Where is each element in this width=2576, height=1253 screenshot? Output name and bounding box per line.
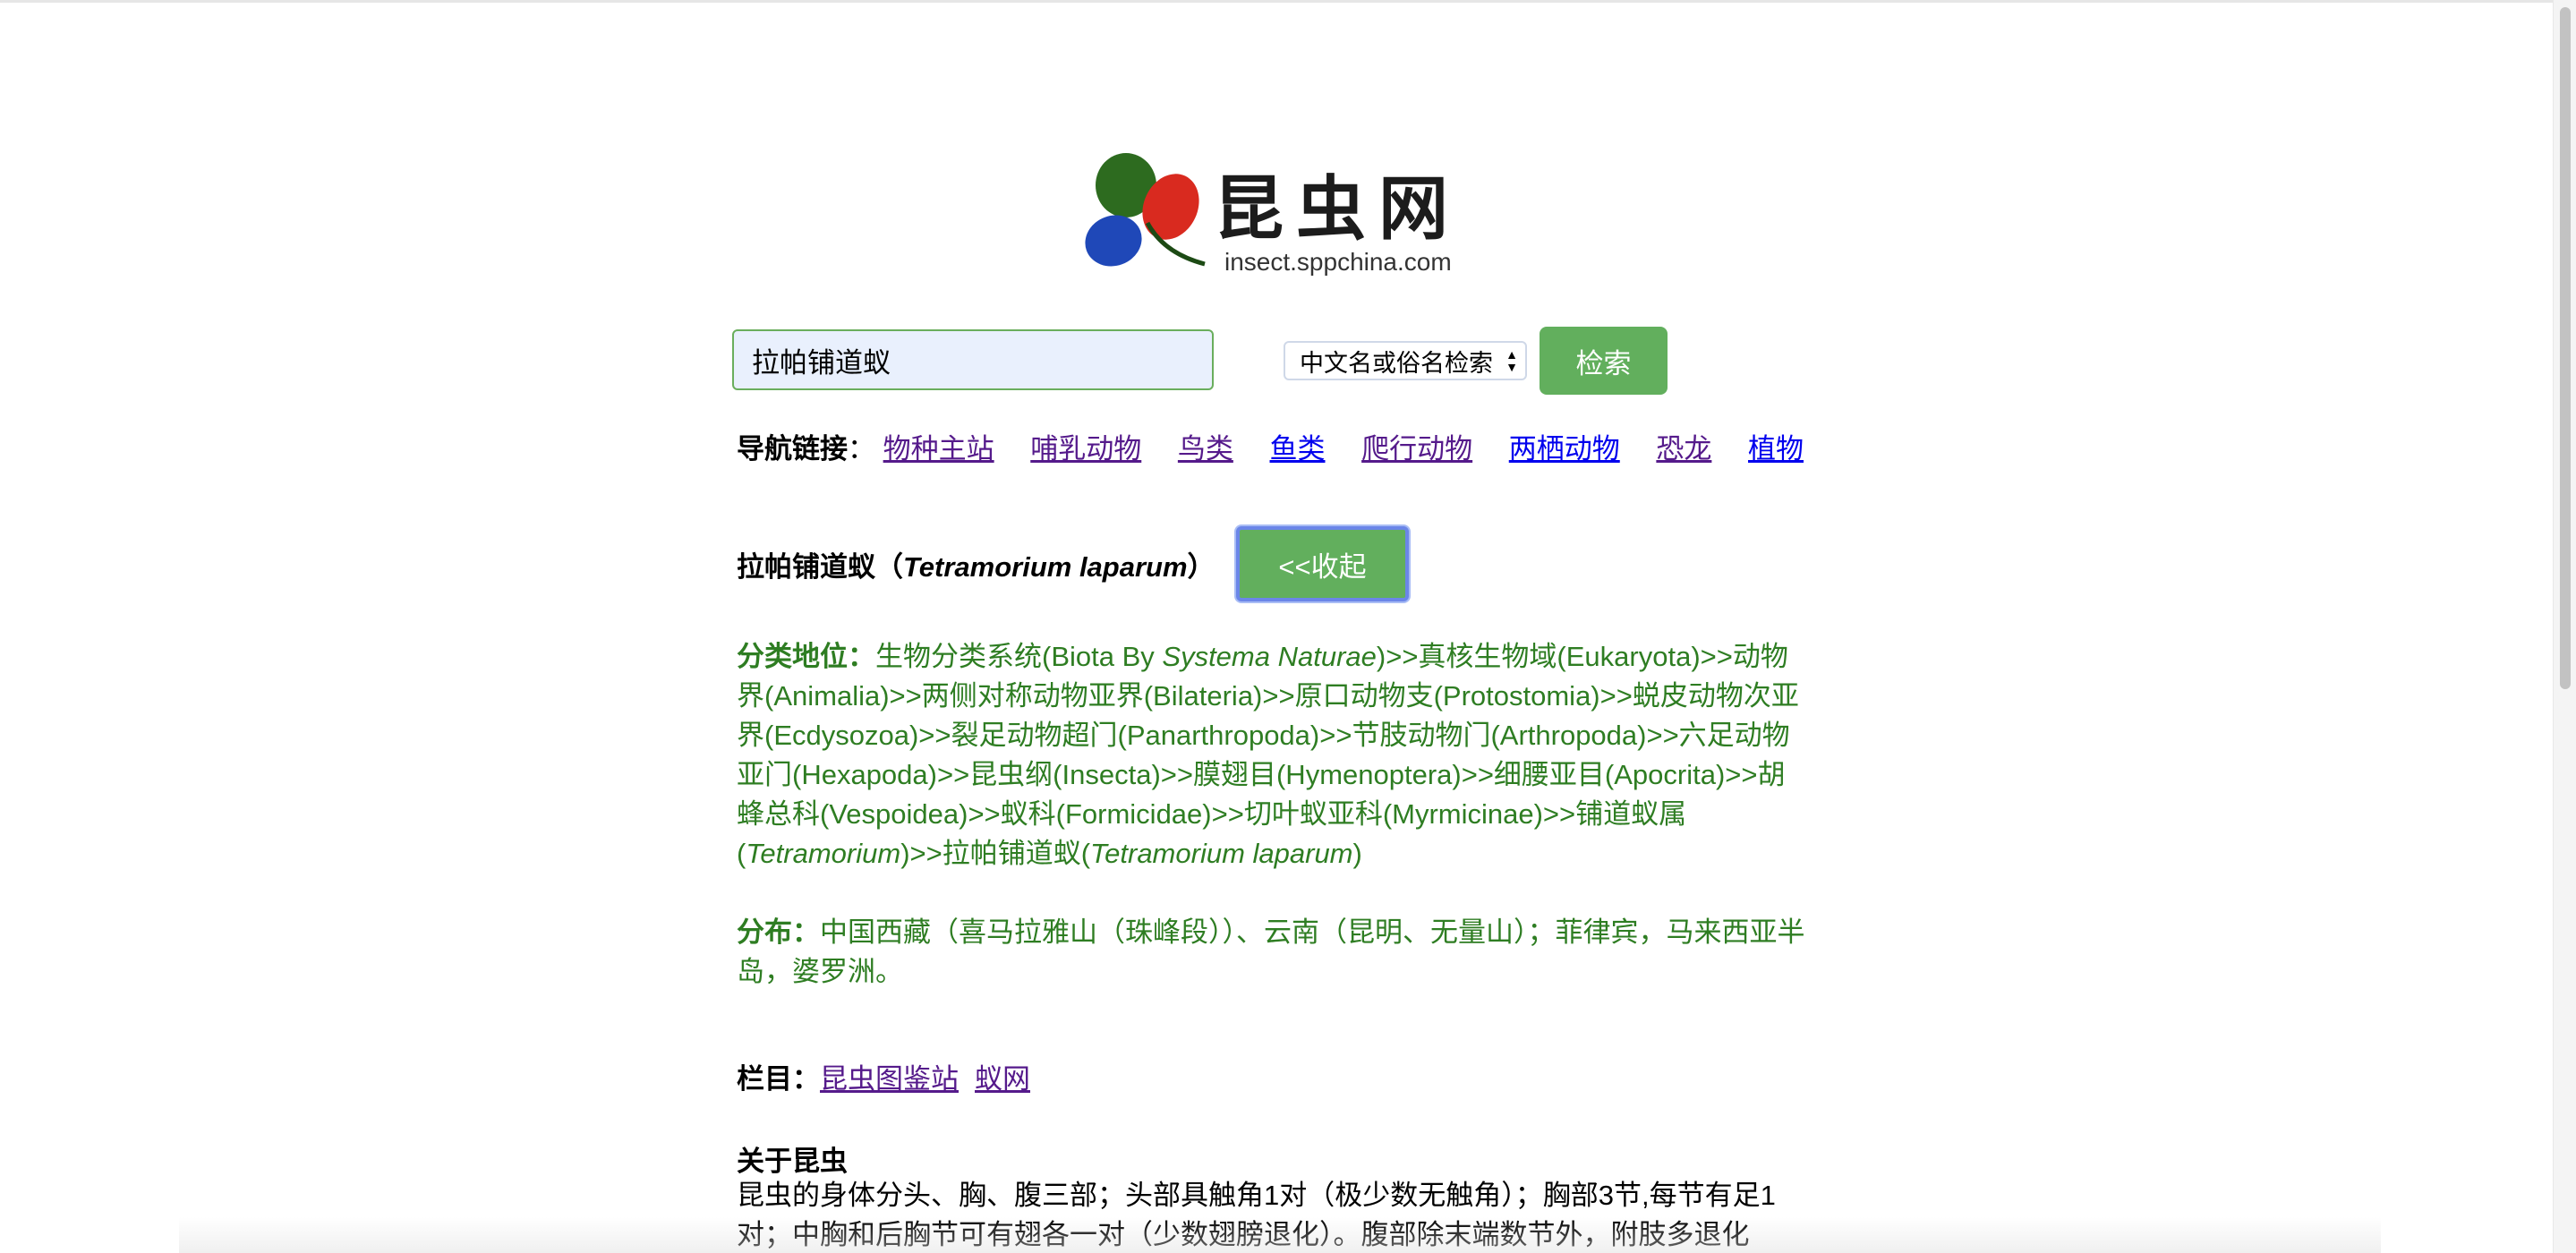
species-name-cn: 拉帕铺道蚁 (737, 551, 875, 583)
search-mode-selected: 中文名或俗名检索 (1300, 349, 1493, 377)
nav-label: 导航链接 (737, 433, 848, 465)
logo-title: 昆虫网 (1214, 168, 1462, 250)
taxonomy-text-2: )>>真核生物域(Eukaryota)>>动物界(Animalia)>>两侧对称… (737, 641, 1799, 869)
distribution-section: 分布：中国西藏（喜马拉雅山（珠峰段））、云南（昆明、无量山）；菲律宾，马来西亚半… (737, 913, 1811, 992)
species-paren-open: （ (875, 551, 903, 583)
column-link-ant-net[interactable]: 蚁网 (975, 1063, 1030, 1095)
clover-logo-icon (1085, 153, 1206, 267)
taxonomy-text-3: )>>拉帕铺道蚁( (900, 838, 1091, 869)
nav-separator: ： (848, 433, 875, 465)
search-button[interactable]: 检索 (1540, 327, 1668, 395)
nav-link-birds[interactable]: 鸟类 (1178, 433, 1233, 465)
nav-link-plants[interactable]: 植物 (1748, 433, 1804, 465)
taxonomy-label: 分类地位： (737, 641, 875, 672)
taxonomy-italic-2: Tetramorium (746, 838, 901, 869)
select-arrows-icon: ▲ ▼ (1506, 347, 1518, 374)
bottom-shadow (179, 1217, 2381, 1253)
site-logo[interactable]: 昆虫网 insect.sppchina.com (1078, 148, 1471, 282)
nav-link-dinosaurs[interactable]: 恐龙 (1656, 433, 1711, 465)
search-mode-select[interactable]: 中文名或俗名检索 ▲ ▼ (1284, 341, 1527, 380)
columns-label: 栏目： (737, 1063, 820, 1095)
search-input[interactable] (732, 329, 1214, 390)
taxonomy-italic-3: Tetramorium laparum (1090, 838, 1353, 869)
taxonomy-italic-1: Systema Naturae (1162, 641, 1377, 672)
taxonomy-section: 分类地位：生物分类系统(Biota By Systema Naturae)>>真… (737, 637, 1811, 874)
species-paren-close: ） (1187, 551, 1215, 583)
scrollbar-thumb[interactable] (2560, 7, 2571, 689)
column-link-insect-atlas[interactable]: 昆虫图鉴站 (820, 1063, 959, 1095)
collapse-button[interactable]: <<收起 (1236, 526, 1409, 601)
nav-links: 导航链接： 物种主站 哺乳动物 鸟类 鱼类 爬行动物 两栖动物 恐龙 植物 (737, 426, 1832, 466)
distribution-label: 分布： (737, 916, 820, 948)
about-title: 关于昆虫 (737, 1146, 848, 1177)
vertical-scrollbar[interactable] (2553, 0, 2576, 1253)
nav-link-amphibians[interactable]: 两栖动物 (1509, 433, 1620, 465)
nav-link-fish[interactable]: 鱼类 (1270, 433, 1326, 465)
top-border (0, 0, 2553, 3)
species-name-latin: Tetramorium laparum (903, 551, 1188, 583)
taxonomy-text-4: ) (1352, 838, 1362, 869)
distribution-text: 中国西藏（喜马拉雅山（珠峰段））、云南（昆明、无量山）；菲律宾，马来西亚半岛，婆… (737, 916, 1805, 987)
nav-link-mammals[interactable]: 哺乳动物 (1030, 433, 1141, 465)
species-title: 拉帕铺道蚁（Tetramorium laparum） (737, 544, 1215, 584)
logo-url: insect.sppchina.com (1224, 248, 1452, 276)
columns-section: 栏目：昆虫图鉴站 蚁网 (737, 1060, 1811, 1099)
nav-link-species[interactable]: 物种主站 (883, 433, 994, 465)
taxonomy-text-1: 生物分类系统(Biota By (875, 641, 1163, 672)
nav-link-reptiles[interactable]: 爬行动物 (1361, 433, 1472, 465)
page-viewport: 昆虫网 insect.sppchina.com 中文名或俗名检索 ▲▼ 检索 导… (0, 0, 2553, 1253)
